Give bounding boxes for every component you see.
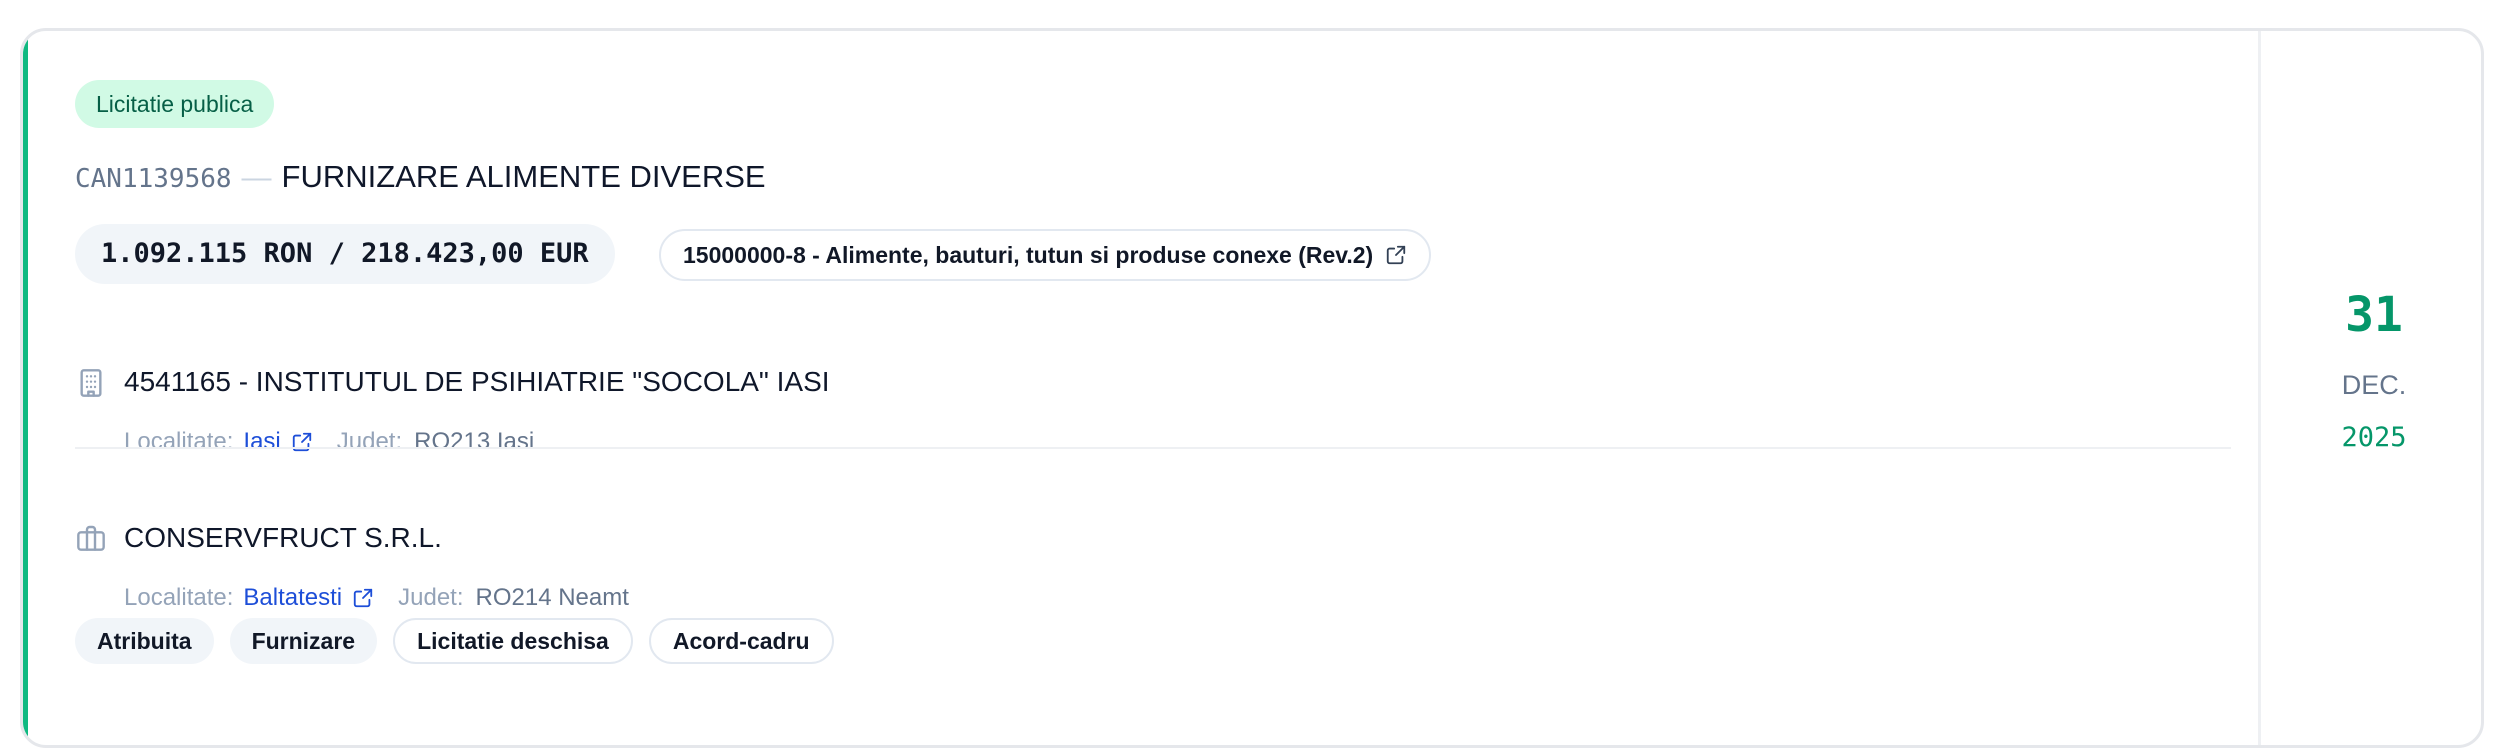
cpv-code-label: 15000000-8 - Alimente, bauturi, tutun si… xyxy=(683,242,1374,268)
tag-framework[interactable]: Acord-cadru xyxy=(648,618,834,664)
procedure-type-badge: Licitatie publica xyxy=(75,80,275,128)
authority-locality-label: Localitate: xyxy=(124,428,234,455)
notice-card[interactable]: Licitatie publica CAN1139568 — FURNIZARE A… xyxy=(20,28,2484,748)
authority-county-label: Judet: xyxy=(336,428,403,455)
cpv-code-link[interactable]: 15000000-8 - Alimente, bauturi, tutun si… xyxy=(659,229,1432,281)
building-icon xyxy=(75,367,107,399)
supplier-county-label: Judet: xyxy=(398,584,464,611)
notice-code: CAN1139568 xyxy=(75,164,232,194)
supplier-county: RO214 Neamt xyxy=(475,584,629,611)
briefcase-icon xyxy=(75,523,107,555)
supplier-locality-label: Localitate: xyxy=(124,584,234,611)
date-panel: 31 DEC. 2025 xyxy=(2258,31,2481,745)
external-link-icon xyxy=(1385,244,1407,266)
tag-procedure[interactable]: Licitatie deschisa xyxy=(393,618,633,664)
supplier-location: Localitate: Baltatesti Judet: RO214 Neam… xyxy=(124,581,629,615)
authority-location: Localitate: Iasi Judet: RO213 Iasi xyxy=(124,425,534,459)
title-separator: — xyxy=(241,161,272,194)
notice-title-row[interactable]: CAN1139568 — FURNIZARE ALIMENTE DIVERSE xyxy=(75,157,766,197)
date-year: 2025 xyxy=(2341,422,2407,453)
tag-list: Atribuita Furnizare Licitatie deschisa A… xyxy=(75,618,834,664)
divider xyxy=(75,447,2231,449)
supplier-locality-link[interactable]: Baltatesti xyxy=(243,581,342,615)
external-link-icon[interactable] xyxy=(291,431,313,453)
notice-title[interactable]: FURNIZARE ALIMENTE DIVERSE xyxy=(282,159,766,194)
tag-contract-type[interactable]: Furnizare xyxy=(229,618,378,664)
contract-value: 1.092.115 RON / 218.423,00 EUR xyxy=(75,224,615,284)
authority-county: RO213 Iasi xyxy=(414,428,535,455)
date-day: 31 xyxy=(2345,287,2403,343)
authority-locality-link[interactable]: Iasi xyxy=(243,425,280,459)
external-link-icon[interactable] xyxy=(352,587,374,609)
date-month: DEC. xyxy=(2341,370,2407,400)
notice-main: Licitatie publica CAN1139568 — FURNIZARE A… xyxy=(23,31,2258,745)
supplier-name[interactable]: CONSERVFRUCT S.R.L. xyxy=(124,518,442,558)
tag-status[interactable]: Atribuita xyxy=(75,618,214,664)
authority-name[interactable]: 4541165 - INSTITUTUL DE PSIHIATRIE "SOCO… xyxy=(124,362,830,402)
